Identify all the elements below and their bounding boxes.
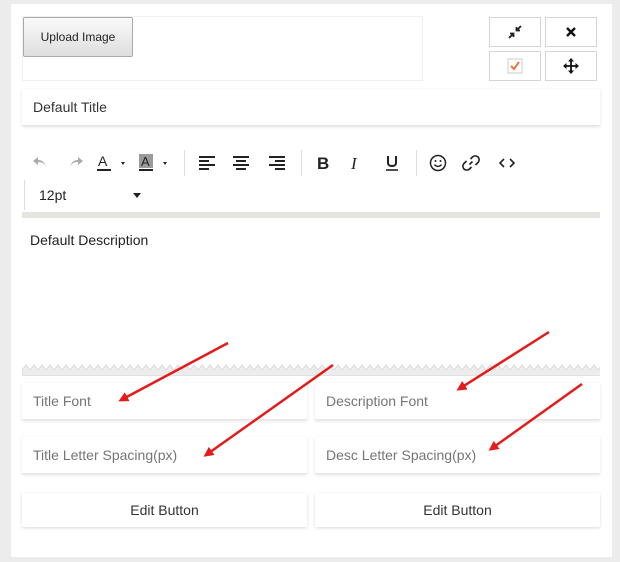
font-size-select[interactable]: 12pt — [24, 180, 145, 210]
emoticon-button[interactable] — [423, 148, 453, 178]
svg-text:I: I — [350, 155, 358, 171]
move-button[interactable] — [545, 51, 597, 81]
align-left-icon — [199, 156, 215, 170]
source-code-icon — [499, 158, 515, 168]
title-font-field[interactable]: Title Font — [22, 383, 307, 420]
confirm-button[interactable] — [489, 51, 541, 81]
undo-button[interactable] — [22, 148, 58, 178]
description-editor[interactable]: Default Description — [22, 218, 600, 370]
text-color-icon: A — [97, 154, 125, 171]
toolbar-separator — [184, 150, 185, 176]
redo-button[interactable] — [58, 148, 94, 178]
desc-letter-spacing-field[interactable]: Desc Letter Spacing(px) — [315, 437, 600, 474]
title-letter-spacing-field[interactable]: Title Letter Spacing(px) — [22, 437, 307, 474]
background-color-icon: A — [139, 154, 167, 171]
font-size-value: 12pt — [39, 187, 67, 203]
upload-image-button[interactable]: Upload Image — [23, 17, 133, 57]
underline-icon — [386, 156, 398, 171]
minimize-button[interactable] — [489, 17, 541, 47]
svg-text:A: A — [98, 154, 108, 169]
description-text: Default Description — [30, 232, 149, 248]
bold-button[interactable]: B — [308, 148, 338, 178]
editor-toolbar: A A B I 12pt — [22, 144, 600, 212]
toolbar-separator — [301, 150, 302, 176]
edit-button-right[interactable]: Edit Button — [315, 493, 600, 527]
align-right-button[interactable] — [259, 148, 295, 178]
align-left-button[interactable] — [191, 148, 223, 178]
title-field[interactable]: Default Title — [22, 89, 600, 126]
italic-button[interactable]: I — [338, 148, 374, 178]
background-color-button[interactable]: A — [136, 148, 178, 178]
svg-text:A: A — [141, 154, 150, 169]
text-color-button[interactable]: A — [94, 148, 136, 178]
align-right-icon — [269, 156, 285, 170]
bold-icon: B — [317, 155, 329, 171]
toolbar-separator — [416, 150, 417, 176]
source-code-button[interactable] — [489, 148, 525, 178]
emoticon-icon — [429, 154, 447, 172]
link-icon — [462, 155, 480, 171]
move-icon — [563, 58, 579, 74]
close-button[interactable] — [545, 17, 597, 47]
compress-icon — [508, 25, 522, 39]
close-icon — [566, 27, 576, 37]
chevron-down-icon — [133, 192, 141, 198]
undo-icon — [33, 157, 46, 168]
link-button[interactable] — [453, 148, 489, 178]
align-center-icon — [233, 156, 249, 170]
edit-button-left[interactable]: Edit Button — [22, 493, 307, 527]
underline-button[interactable] — [374, 148, 410, 178]
description-font-field[interactable]: Description Font — [315, 383, 600, 420]
redo-icon — [70, 157, 83, 168]
italic-icon: I — [350, 155, 358, 171]
editor-torn-edge — [22, 364, 600, 376]
align-center-button[interactable] — [223, 148, 259, 178]
checkbox-checked-icon — [507, 58, 523, 74]
svg-text:B: B — [317, 155, 329, 171]
